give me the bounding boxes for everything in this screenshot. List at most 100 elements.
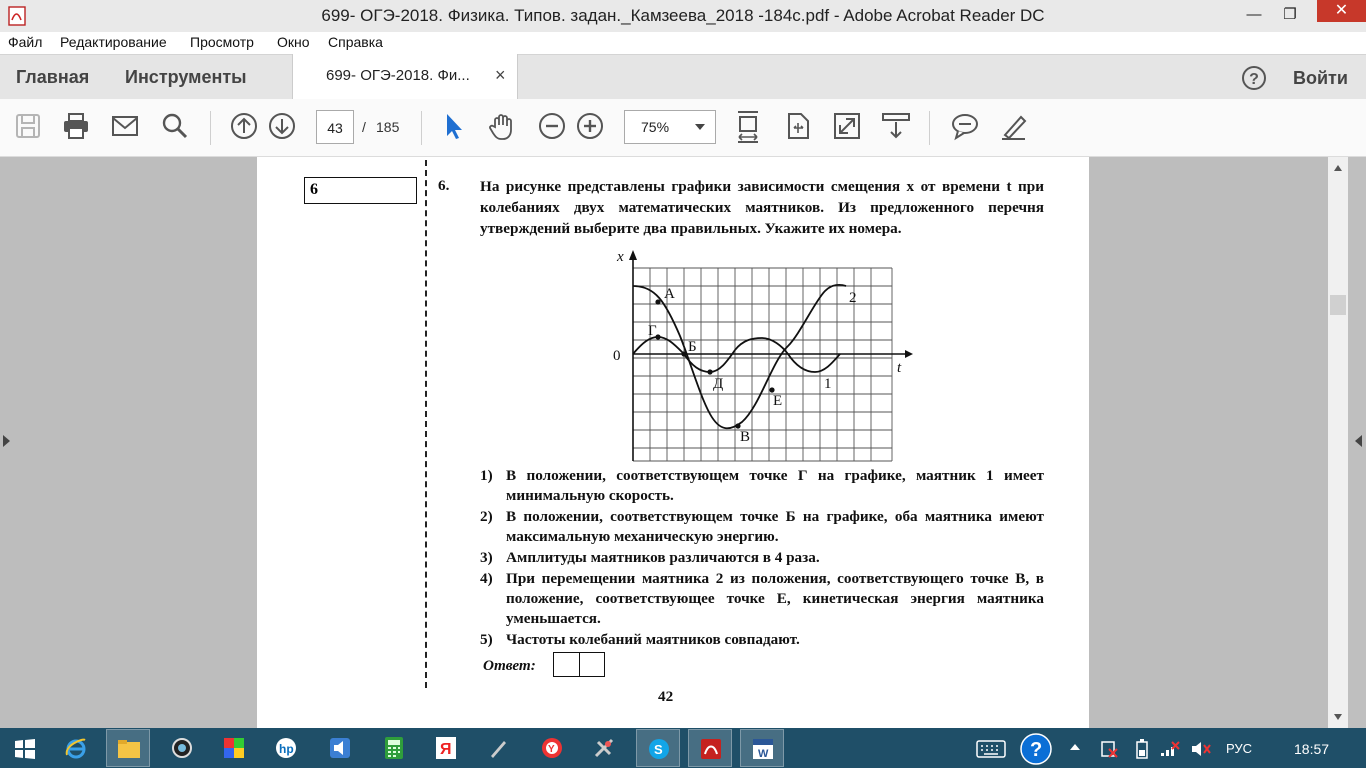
clock[interactable]: 18:57: [1294, 741, 1329, 757]
action-center-icon[interactable]: [1100, 740, 1118, 758]
margin-dashed-line: [425, 160, 427, 688]
taskbar-app-4[interactable]: [212, 729, 256, 767]
x-axis-arrow-icon: [629, 250, 637, 260]
select-cursor-icon[interactable]: [439, 111, 469, 141]
taskbar-hp[interactable]: hp: [264, 729, 308, 767]
read-mode-icon[interactable]: [881, 111, 911, 141]
curve-2-label: 2: [849, 290, 857, 306]
battery-icon[interactable]: [1136, 739, 1148, 759]
close-tab-icon[interactable]: ×: [495, 65, 506, 86]
help-circle-icon[interactable]: ?: [1020, 733, 1052, 765]
window-title: 699- ОГЭ-2018. Физика. Типов. задан._Кам…: [321, 6, 1045, 25]
taskbar-app-3[interactable]: [160, 729, 204, 767]
toolbar-separator: [421, 111, 422, 145]
network-icon[interactable]: [1160, 740, 1180, 758]
option-number: 5): [480, 631, 493, 648]
minimize-button[interactable]: —: [1236, 2, 1272, 28]
zoom-in-icon[interactable]: [575, 111, 605, 141]
comment-icon[interactable]: [950, 111, 980, 141]
maximize-button[interactable]: ❐: [1272, 2, 1308, 28]
windows-start-icon[interactable]: [14, 738, 36, 760]
option-number: 3): [480, 549, 493, 566]
oscillation-graph: x t 0 2 1 А Г Б Д В Е: [613, 249, 913, 462]
point-d: [707, 369, 713, 375]
curve-1-label: 1: [824, 376, 832, 392]
title-bar: 699- ОГЭ-2018. Физика. Типов. задан._Кам…: [0, 0, 1366, 32]
mail-icon[interactable]: [110, 111, 140, 141]
previous-page-icon[interactable]: [229, 111, 259, 141]
point-v: [735, 423, 741, 429]
folder-icon: [118, 740, 140, 758]
page-total: 185: [376, 119, 400, 135]
scrolling-mode-icon[interactable]: [733, 110, 763, 144]
option-number: 2): [480, 508, 493, 525]
origin-label: 0: [613, 348, 621, 364]
document-tab-label: 699- ОГЭ-2018. Фи...: [326, 67, 470, 84]
menu-help[interactable]: Справка: [328, 34, 383, 50]
acrobat-icon: [701, 739, 721, 759]
curve-2: [632, 283, 847, 430]
tab-home[interactable]: Главная: [16, 67, 89, 88]
search-icon[interactable]: [160, 111, 190, 141]
right-panel-toggle-icon[interactable]: [1355, 435, 1362, 447]
scroll-thumb[interactable]: [1330, 295, 1346, 315]
left-panel-toggle-icon[interactable]: [3, 435, 10, 447]
zoom-out-icon[interactable]: [537, 111, 567, 141]
taskbar-yandex-browser[interactable]: Y: [530, 729, 574, 767]
keyboard-icon[interactable]: [976, 740, 1006, 758]
menu-view[interactable]: Просмотр: [190, 34, 254, 50]
point-e-label: Е: [773, 393, 782, 409]
taskbar-yandex[interactable]: Я: [424, 729, 468, 767]
scroll-up-icon[interactable]: [1334, 165, 1342, 171]
taskbar-app-8[interactable]: [476, 729, 520, 767]
close-window-button[interactable]: ✕: [1317, 0, 1366, 22]
taskbar-explorer[interactable]: [106, 729, 150, 767]
taskbar-app-10[interactable]: [582, 729, 626, 767]
taskbar-audio[interactable]: [318, 729, 362, 767]
media-app-icon: [224, 738, 244, 758]
svg-text:S: S: [654, 742, 663, 757]
rotate-view-icon[interactable]: [783, 111, 813, 141]
vertical-scrollbar[interactable]: [1328, 157, 1348, 728]
hand-tool-icon[interactable]: [487, 111, 517, 141]
page-separator: /: [362, 119, 366, 135]
full-screen-icon[interactable]: [832, 111, 862, 141]
menu-file[interactable]: Файл: [8, 34, 42, 50]
yandex-browser-icon: Y: [542, 738, 562, 758]
zoom-select[interactable]: 75%: [624, 110, 716, 144]
tab-document[interactable]: 699- ОГЭ-2018. Фи... ×: [292, 54, 518, 99]
svg-text:Y: Y: [548, 744, 555, 755]
yandex-icon: Я: [436, 737, 456, 759]
option-5: 5) Частоты колебаний маятников совпадают…: [480, 630, 1044, 650]
taskbar-ie[interactable]: [54, 729, 98, 767]
sign-pen-icon[interactable]: [999, 111, 1029, 141]
tab-tools[interactable]: Инструменты: [125, 67, 247, 88]
t-axis-label: t: [897, 360, 902, 376]
help-icon[interactable]: ?: [1242, 66, 1266, 90]
zoom-value: 75%: [641, 119, 670, 135]
option-2: 2) В положении, соответствующем точке Б …: [480, 507, 1044, 547]
language-indicator[interactable]: РУС: [1226, 741, 1252, 756]
page-number-input[interactable]: 43: [316, 110, 354, 144]
taskbar-word[interactable]: W: [740, 729, 784, 767]
svg-text:?: ?: [1030, 739, 1042, 761]
taskbar-skype[interactable]: S: [636, 729, 680, 767]
taskbar-calculator[interactable]: [372, 729, 416, 767]
scroll-down-icon[interactable]: [1334, 714, 1342, 720]
pen-tool-icon: [491, 741, 506, 758]
save-icon[interactable]: [13, 111, 43, 141]
sign-in-button[interactable]: Войти: [1293, 68, 1348, 89]
next-page-icon[interactable]: [267, 111, 297, 141]
point-a: [655, 299, 661, 305]
menu-window[interactable]: Окно: [277, 34, 310, 50]
t-axis-arrow-icon: [905, 350, 913, 358]
task-number: 6.: [438, 177, 450, 194]
option-number: 1): [480, 467, 493, 484]
tray-expand-icon[interactable]: [1070, 744, 1080, 750]
camera-app-icon: [172, 738, 192, 758]
volume-icon[interactable]: [1190, 740, 1212, 758]
print-icon[interactable]: [61, 111, 91, 141]
x-axis-label: x: [616, 249, 624, 265]
taskbar-acrobat[interactable]: [688, 729, 732, 767]
menu-edit[interactable]: Редактирование: [60, 34, 167, 50]
